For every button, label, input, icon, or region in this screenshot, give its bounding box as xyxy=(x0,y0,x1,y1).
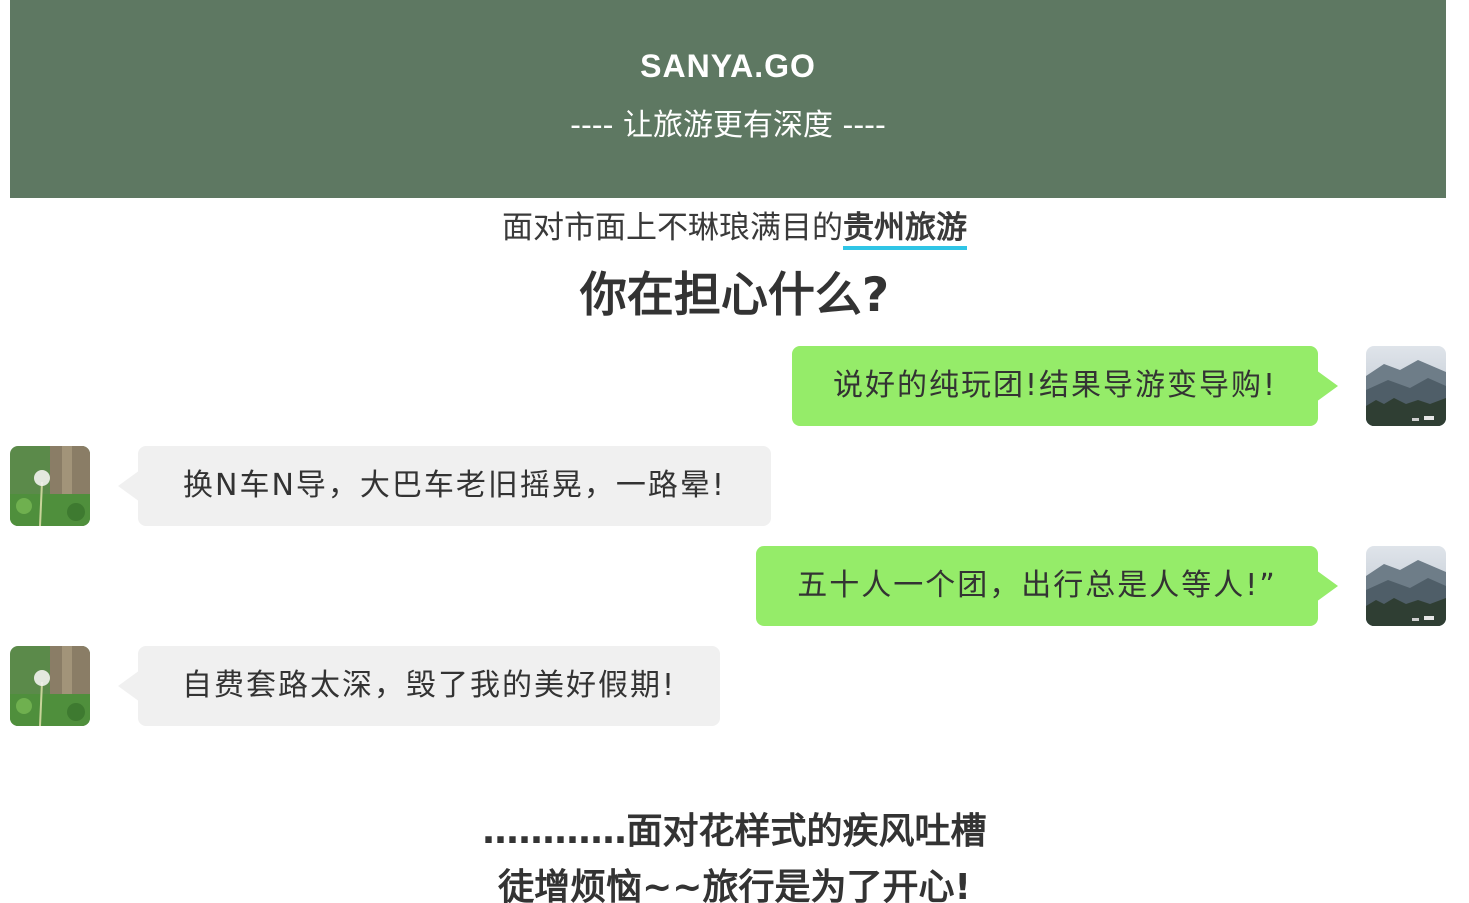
page: SANYA.GO ---- 让旅游更有深度 ---- 面对市面上不琳琅满目的贵州… xyxy=(0,0,1469,903)
dandelion-avatar-icon xyxy=(10,646,90,726)
intro-line: 面对市面上不琳琅满目的贵州旅游 xyxy=(0,202,1469,250)
chat-bubble-left: 换N车N导，大巴车老旧摇晃，一路晕! xyxy=(118,446,771,526)
brand-slogan: ---- 让旅游更有深度 ---- xyxy=(570,108,886,143)
closing-line-1: …………面对花样式的疾风吐槽 xyxy=(482,811,987,852)
mountain-avatar-icon xyxy=(1366,546,1446,626)
dandelion-avatar-icon xyxy=(10,446,90,526)
mountain-avatar-icon xyxy=(1366,346,1446,426)
section-headline: 你在担心什么? xyxy=(579,268,890,323)
chat-bubble-text: 说好的纯玩团!结果导游变导购! xyxy=(832,368,1278,403)
intro-highlight-link[interactable]: 贵州旅游 xyxy=(843,210,967,250)
chat-bubble-left: 自费套路太深，毁了我的美好假期! xyxy=(118,646,720,726)
header-banner: SANYA.GO ---- 让旅游更有深度 ---- xyxy=(10,0,1446,198)
intro-text: 面对市面上不琳琅满目的 xyxy=(502,210,843,246)
chat-bubble-text: 换N车N导，大巴车老旧摇晃，一路晕! xyxy=(183,468,726,503)
chat-bubble-right: 说好的纯玩团!结果导游变导购! xyxy=(792,346,1338,426)
chat-bubble-right: 五十人一个团，出行总是人等人!” xyxy=(756,546,1338,626)
chat-bubble-text: 自费套路太深，毁了我的美好假期! xyxy=(181,668,677,703)
brand-title: SANYA.GO xyxy=(640,48,816,84)
closing-line-2: 徒增烦恼~~旅行是为了开心! xyxy=(498,867,971,903)
chat-bubble-text: 五十人一个团，出行总是人等人!” xyxy=(797,568,1277,603)
